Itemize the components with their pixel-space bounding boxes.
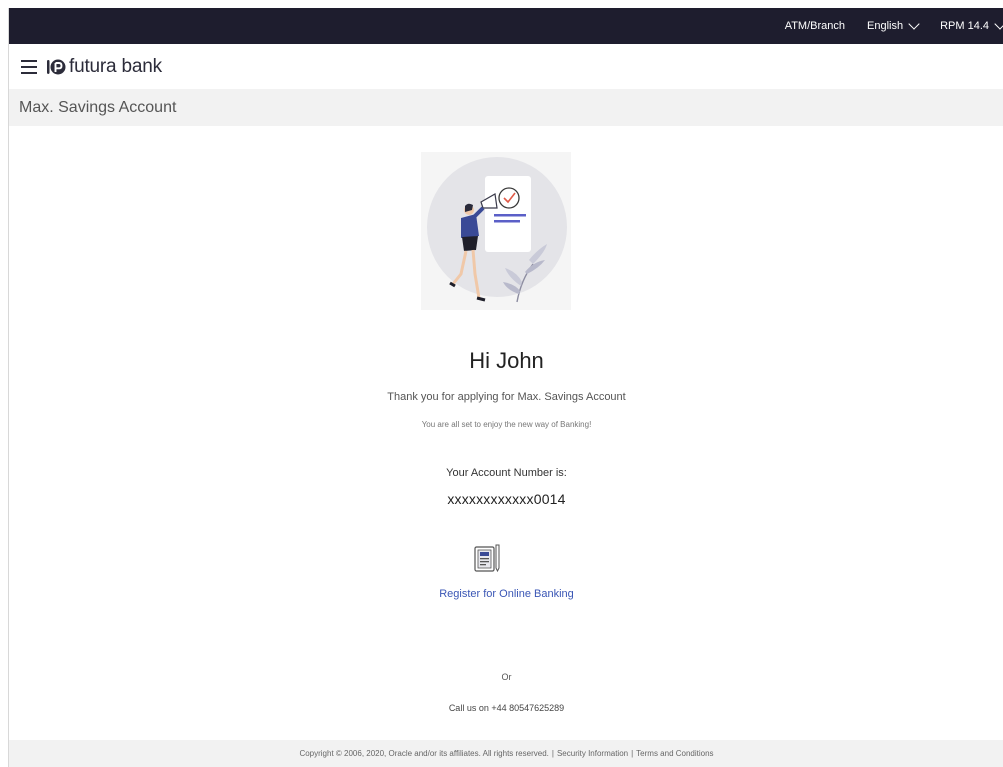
app-header: futura bank bbox=[9, 44, 1003, 89]
logo-text: futura bank bbox=[69, 55, 162, 77]
page-title-bar: Max. Savings Account bbox=[9, 89, 1003, 126]
copyright-text: Copyright © 2006, 2020, Oracle and/or it… bbox=[299, 749, 549, 758]
page-footer: Copyright © 2006, 2020, Oracle and/or it… bbox=[9, 740, 1003, 767]
hamburger-menu-icon[interactable] bbox=[21, 59, 37, 74]
terms-and-conditions-link[interactable]: Terms and Conditions bbox=[636, 749, 713, 758]
top-bar: ATM/Branch English RPM 14.4 bbox=[9, 8, 1003, 44]
call-us-text: Call us on +44 80547625289 bbox=[448, 703, 565, 713]
user-menu-dropdown[interactable]: RPM 14.4 bbox=[940, 17, 1003, 32]
footer-separator: | bbox=[551, 749, 554, 758]
enjoy-banking-message: You are all set to enjoy the new way of … bbox=[421, 420, 592, 429]
footer-separator: | bbox=[631, 749, 634, 758]
success-illustration bbox=[421, 152, 571, 310]
futura-bank-logo-icon bbox=[47, 59, 66, 74]
chevron-down-icon bbox=[994, 17, 1003, 30]
confirmation-panel: Hi John Thank you for applying for Max. … bbox=[9, 126, 1003, 740]
security-information-link[interactable]: Security Information bbox=[557, 749, 628, 758]
or-separator: Or bbox=[501, 672, 512, 682]
megaphone-announcement-illustration-icon bbox=[427, 157, 567, 303]
language-dropdown[interactable]: English bbox=[867, 17, 920, 32]
top-bar-menu: ATM/Branch English RPM 14.4 bbox=[763, 8, 1003, 44]
account-number-value: xxxxxxxxxxxx0014 bbox=[447, 491, 566, 507]
register-online-banking-link[interactable]: Register for Online Banking bbox=[9, 588, 1003, 600]
chevron-down-icon bbox=[908, 17, 920, 30]
user-label: RPM 14.4 bbox=[940, 20, 989, 32]
online-banking-register-icon[interactable] bbox=[474, 544, 500, 577]
language-label: English bbox=[867, 20, 904, 32]
greeting-heading: Hi John bbox=[469, 348, 544, 373]
bank-logo[interactable]: futura bank bbox=[46, 56, 162, 78]
atm-branch-label: ATM/Branch bbox=[784, 20, 845, 32]
atm-branch-link[interactable]: ATM/Branch bbox=[785, 20, 845, 32]
thank-you-message: Thank you for applying for Max. Savings … bbox=[387, 391, 626, 403]
app-frame: ATM/Branch English RPM 14.4 futura bank bbox=[8, 8, 1003, 767]
account-number-label: Your Account Number is: bbox=[446, 467, 567, 479]
page-title: Max. Savings Account bbox=[19, 98, 177, 116]
